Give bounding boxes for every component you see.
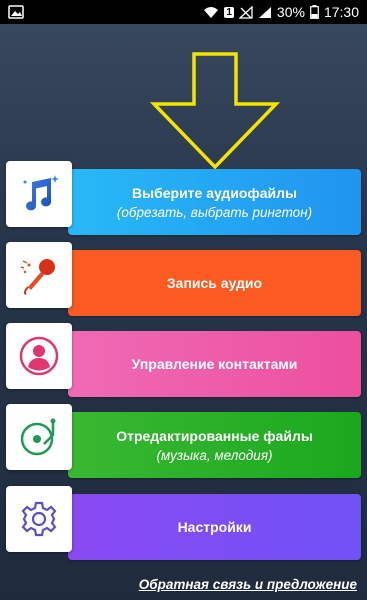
turntable-icon [20,418,56,456]
contact-avatar-icon [19,336,59,376]
gallery-notification-icon [8,5,24,19]
menu-item-manage-contacts[interactable]: Управление контактами [6,323,361,399]
menu-item-title: Запись аудио [166,275,263,291]
menu-item-band[interactable]: Отредактированные файлы (музыка, мелодия… [68,412,361,478]
sim-badge: 1 [224,6,234,18]
status-right: 1 30% 17:30 [203,4,359,20]
menu-item-icon-box [6,323,72,389]
menu-item-title: Управление контактами [131,356,298,372]
menu-item-select-audio[interactable]: Выберите аудиофайлы (обрезать, выбрать р… [6,161,361,237]
menu-item-title: Выберите аудиофайлы [132,184,297,201]
menu-item-icon-box [6,161,72,227]
menu-item-band[interactable]: Настройки [68,494,361,560]
menu-item-subtitle: (музыка, мелодия) [156,447,273,463]
microphone-icon [20,259,55,295]
gear-icon [21,501,57,537]
battery-icon [310,5,319,19]
wifi-icon [204,6,219,18]
menu-item-edited-files[interactable]: Отредактированные файлы (музыка, мелодия… [6,404,361,480]
battery-percent: 30% [276,4,305,20]
menu-item-settings[interactable]: Настройки [6,486,361,562]
menu-item-record-audio[interactable]: Запись аудио [6,242,361,318]
menu-item-band[interactable]: Выберите аудиофайлы (обрезать, выбрать р… [68,169,361,235]
menu-item-icon-box [6,486,72,552]
down-arrow-icon [150,52,280,170]
menu-item-band[interactable]: Управление контактами [68,331,361,397]
status-bar: 1 30% 17:30 [0,0,367,24]
menu-item-icon-box [6,242,72,308]
status-left [8,5,24,19]
menu-item-title: Настройки [177,519,252,535]
menu-item-icon-box [6,404,72,470]
no-signal-icon [238,5,253,19]
menu-item-band[interactable]: Запись аудио [68,250,361,316]
music-note-icon [23,175,59,211]
menu-item-title: Отредактированные файлы [116,427,313,444]
clock: 17:30 [323,4,359,20]
menu-item-subtitle: (обрезать, выбрать рингтон) [116,204,313,220]
feedback-link[interactable]: Обратная связь и предложение [139,577,357,592]
signal-icon [258,6,271,18]
